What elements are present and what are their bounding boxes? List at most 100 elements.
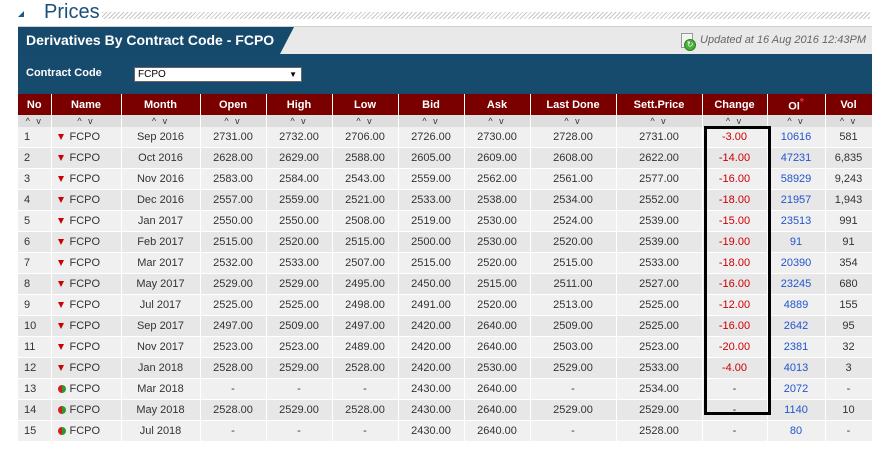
row-no: 10 (18, 315, 52, 337)
table-row[interactable]: 14 FCPO May 2018 2528.00 2529.00 2528.00 2430.… (18, 399, 873, 421)
row-oi[interactable]: 2642 (767, 315, 826, 337)
row-oi[interactable]: 23245 (767, 273, 826, 295)
row-oi[interactable]: 23513 (767, 210, 826, 232)
row-name[interactable]: FCPO (51, 399, 122, 421)
table-row[interactable]: 9 FCPO Jul 2017 2525.00 2525.00 2498.00 2491.0… (18, 294, 873, 316)
col-header-bid[interactable]: Bid (398, 94, 465, 115)
row-oi[interactable]: 1140 (767, 399, 826, 421)
col-header-high[interactable]: High (266, 94, 333, 115)
col-header-name[interactable]: Name (51, 94, 122, 115)
row-name[interactable]: FCPO (51, 336, 122, 358)
row-oi[interactable]: 20390 (767, 252, 826, 274)
row-name[interactable]: FCPO (51, 378, 122, 400)
sort-toggle-icon[interactable]: ^ v (18, 115, 52, 127)
row-change: -18.00 (702, 189, 768, 211)
row-change: -16.00 (702, 168, 768, 190)
row-last-done: 2529.00 (530, 399, 617, 421)
col-header-month[interactable]: Month (121, 94, 201, 115)
sort-toggle-icon[interactable]: ^ v (616, 115, 703, 127)
row-low: 2706.00 (332, 127, 399, 148)
row-oi[interactable]: 58929 (767, 168, 826, 190)
contract-name: FCPO (69, 362, 101, 374)
col-header-ask[interactable]: Ask (464, 94, 531, 115)
table-row[interactable]: 8 FCPO May 2017 2529.00 2529.00 2495.00 2450.0… (18, 273, 873, 295)
sort-toggle-icon[interactable]: ^ v (825, 115, 873, 127)
table-row[interactable]: 10 FCPO Sep 2017 2497.00 2509.00 2497.00 2420.… (18, 315, 873, 337)
row-name[interactable]: FCPO (51, 357, 122, 379)
col-header-low[interactable]: Low (332, 94, 399, 115)
row-oi[interactable]: 47231 (767, 147, 826, 169)
row-name[interactable]: FCPO (51, 231, 122, 253)
table-row[interactable]: 3 FCPO Nov 2016 2583.00 2584.00 2543.00 2559.0… (18, 168, 873, 190)
sort-toggle-icon[interactable]: ^ v (51, 115, 122, 127)
table-row[interactable]: 15 FCPO Jul 2018- - -2430.00 2640.00-2528.00-… (18, 420, 873, 442)
sort-toggle-icon[interactable]: ^ v (530, 115, 617, 127)
col-header-open[interactable]: Open (200, 94, 267, 115)
row-vol: - (825, 420, 873, 442)
sort-toggle-icon[interactable]: ^ v (464, 115, 531, 127)
row-name[interactable]: FCPO (51, 420, 122, 442)
row-vol: 91 (825, 231, 873, 253)
row-name[interactable]: FCPO (51, 294, 122, 316)
table-row[interactable]: 13 FCPO Mar 2018- - -2430.00 2640.00-2534.00-… (18, 378, 873, 400)
table-row[interactable]: 6 FCPO Feb 2017 2515.00 2520.00 2515.00 2500.0… (18, 231, 873, 253)
row-ask: 2562.00 (464, 168, 531, 190)
row-oi[interactable]: 21957 (767, 189, 826, 211)
sort-toggle-icon[interactable]: ^ v (266, 115, 333, 127)
row-low: 2588.00 (332, 147, 399, 169)
sort-toggle-icon[interactable]: ^ v (702, 115, 768, 127)
col-header-no[interactable]: No (18, 94, 52, 115)
panel-title: Derivatives By Contract Code - FCPO (18, 27, 280, 54)
table-row[interactable]: 5 FCPO Jan 2017 2550.00 2550.00 2508.00 2519.0… (18, 210, 873, 232)
sort-toggle-icon[interactable]: ^ v (332, 115, 399, 127)
row-change: -4.00 (702, 357, 768, 379)
row-oi[interactable]: 4013 (767, 357, 826, 379)
row-vol: 581 (825, 127, 873, 148)
col-header-last-done[interactable]: Last Done (530, 94, 617, 115)
row-ask: 2640.00 (464, 336, 531, 358)
unchanged-icon (57, 406, 66, 415)
table-row[interactable]: 1 FCPO Sep 2016 2731.00 2732.00 2706.00 2726.0… (18, 127, 873, 148)
row-oi[interactable]: 2072 (767, 378, 826, 400)
col-header-oi[interactable]: OI* (767, 94, 826, 115)
row-name[interactable]: FCPO (51, 127, 122, 148)
header-divider (102, 12, 870, 19)
col-header-vol[interactable]: Vol (825, 94, 873, 115)
down-arrow-icon (57, 239, 64, 246)
col-header-sett-price[interactable]: Sett.Price (616, 94, 703, 115)
row-vol: 1,943 (825, 189, 873, 211)
row-name[interactable]: FCPO (51, 252, 122, 274)
row-oi[interactable]: 91 (767, 231, 826, 253)
refresh-icon[interactable]: ↻ (680, 32, 697, 51)
sort-toggle-icon[interactable]: ^ v (200, 115, 267, 127)
col-header-change[interactable]: Change (702, 94, 768, 115)
sort-toggle-icon[interactable]: ^ v (398, 115, 465, 127)
row-high: 2550.00 (266, 210, 333, 232)
row-name[interactable]: FCPO (51, 210, 122, 232)
row-name[interactable]: FCPO (51, 168, 122, 190)
sort-toggle-icon[interactable]: ^ v (767, 115, 826, 127)
row-bid: 2491.00 (398, 294, 465, 316)
contract-code-select[interactable]: FCPO ▼ (134, 67, 302, 82)
row-high: - (266, 378, 333, 400)
row-name[interactable]: FCPO (51, 189, 122, 211)
table-row[interactable]: 11 FCPO Nov 2017 2523.00 2523.00 2489.00 2420.… (18, 336, 873, 358)
row-name[interactable]: FCPO (51, 273, 122, 295)
row-oi[interactable]: 2381 (767, 336, 826, 358)
row-change: -12.00 (702, 294, 768, 316)
row-oi[interactable]: 4889 (767, 294, 826, 316)
row-oi[interactable]: 80 (767, 420, 826, 442)
row-ask: 2520.00 (464, 294, 531, 316)
row-month: Oct 2016 (121, 147, 201, 169)
table-row[interactable]: 12 FCPO Jan 2018 2528.00 2529.00 2528.00 2420.… (18, 357, 873, 379)
row-vol: 155 (825, 294, 873, 316)
table-row[interactable]: 2 FCPO Oct 2016 2628.00 2629.00 2588.00 2605.0… (18, 147, 873, 169)
sort-toggle-icon[interactable]: ^ v (121, 115, 201, 127)
row-month: Sep 2016 (121, 127, 201, 148)
table-row[interactable]: 4 FCPO Dec 2016 2557.00 2559.00 2521.00 2533.0… (18, 189, 873, 211)
contract-name: FCPO (69, 404, 101, 416)
table-row[interactable]: 7 FCPO Mar 2017 2532.00 2533.00 2507.00 2515.0… (18, 252, 873, 274)
row-oi[interactable]: 10616 (767, 127, 826, 148)
row-name[interactable]: FCPO (51, 147, 122, 169)
row-name[interactable]: FCPO (51, 315, 122, 337)
